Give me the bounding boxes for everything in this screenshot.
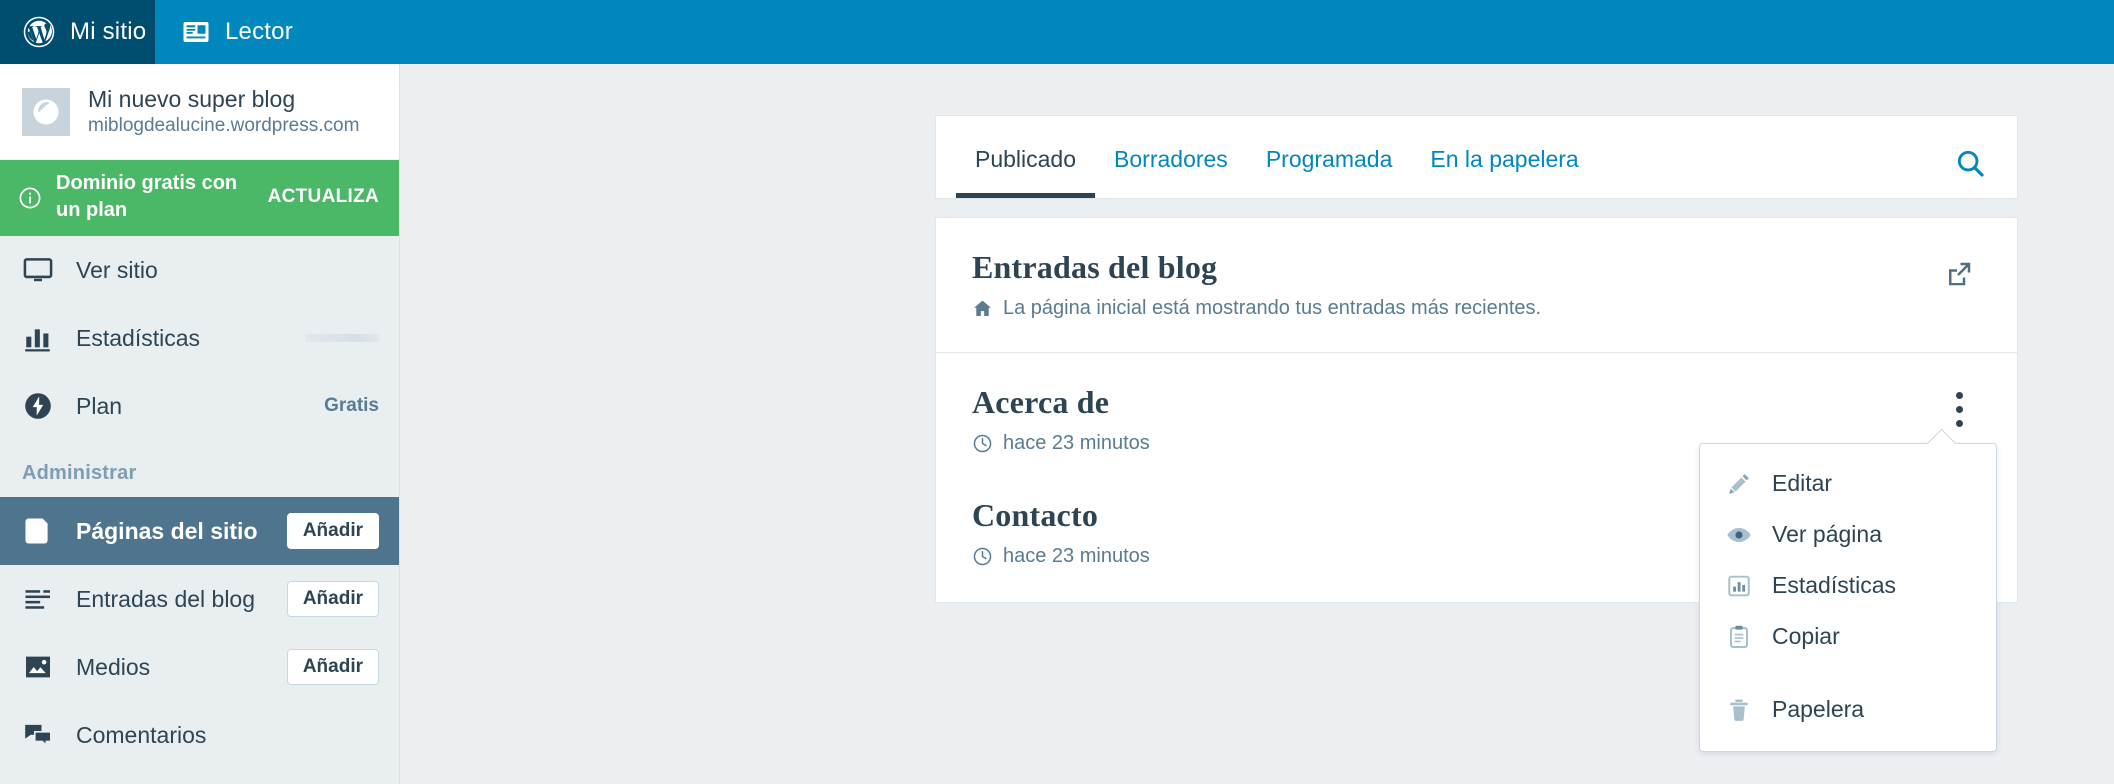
menu-item-label: Ver página bbox=[1772, 521, 1882, 547]
add-page-button[interactable]: Añadir bbox=[286, 513, 379, 549]
plan-badge: Gratis bbox=[324, 395, 379, 416]
sidebar-item-label: Páginas del sitio bbox=[76, 517, 258, 544]
plan-bolt-icon bbox=[25, 393, 51, 419]
sidebar-item-label: Estadísticas bbox=[76, 324, 200, 351]
page-row-entradas-del-blog[interactable]: Entradas del blog La página inicial está… bbox=[935, 217, 2018, 356]
page-title: Entradas del blog bbox=[972, 249, 1218, 285]
menu-item-copiar[interactable]: Copiar bbox=[1700, 611, 1996, 662]
search-button[interactable] bbox=[1954, 147, 2017, 198]
menu-item-ver-pagina[interactable]: Ver página bbox=[1700, 509, 1996, 560]
home-icon bbox=[974, 300, 991, 317]
page-meta: La página inicial está mostrando tus ent… bbox=[972, 297, 1937, 320]
clock-icon bbox=[973, 547, 992, 566]
eye-icon bbox=[1727, 527, 1751, 542]
monitor-icon bbox=[23, 258, 53, 282]
site-thumbnail bbox=[22, 87, 70, 136]
pencil-icon bbox=[1729, 473, 1749, 494]
bar-chart-icon bbox=[1728, 575, 1750, 596]
sidebar-item-entradas-del-blog[interactable]: Entradas del blog Añadir bbox=[0, 565, 399, 633]
menu-item-papelera[interactable]: Papelera bbox=[1700, 684, 1996, 735]
add-post-button[interactable]: Añadir bbox=[286, 581, 379, 617]
sidebar-item-label: Ver sitio bbox=[76, 256, 158, 283]
add-media-button[interactable]: Añadir bbox=[286, 649, 379, 685]
tab-programada[interactable]: Programada bbox=[1247, 148, 1412, 198]
posts-icon bbox=[25, 590, 50, 609]
bar-chart-icon bbox=[25, 329, 50, 352]
trash-icon bbox=[1730, 699, 1748, 721]
site-header[interactable]: Mi nuevo super blog miblogdealucine.word… bbox=[0, 64, 399, 160]
sidebar-nav-top: Ver sitio Estadísticas Plan Gratis bbox=[0, 236, 399, 440]
stats-sparkline bbox=[305, 334, 379, 342]
sidebar-nav-manage: Páginas del sitio Añadir Entradas del bl… bbox=[0, 497, 399, 769]
tab-publicado[interactable]: Publicado bbox=[956, 148, 1096, 198]
page-meta-text: La página inicial está mostrando tus ent… bbox=[1003, 297, 1542, 320]
comments-icon bbox=[25, 724, 52, 748]
menu-separator bbox=[1700, 662, 1996, 684]
sidebar-section-title: Administrar bbox=[22, 462, 137, 484]
sidebar-item-label: Comentarios bbox=[76, 721, 207, 748]
masterbar-item-mi-sitio[interactable]: Mi sitio bbox=[0, 0, 155, 64]
open-page-button[interactable] bbox=[1937, 252, 1981, 296]
tab-borradores[interactable]: Borradores bbox=[1095, 148, 1247, 198]
page-actions-menu: Editar Ver página Estadísticas Copiar Pa… bbox=[1699, 443, 1997, 752]
menu-item-label: Papelera bbox=[1772, 696, 1865, 722]
upgrade-cta-label[interactable]: ACTUALIZA bbox=[268, 186, 379, 208]
tab-en-la-papelera[interactable]: En la papelera bbox=[1411, 148, 1597, 198]
masterbar-item-label: Mi sitio bbox=[70, 18, 147, 45]
page-icon bbox=[25, 518, 48, 544]
menu-item-label: Editar bbox=[1772, 470, 1833, 496]
sidebar-item-label: Plan bbox=[76, 392, 123, 419]
sidebar-item-label: Entradas del blog bbox=[76, 585, 256, 612]
site-title: Mi nuevo super blog bbox=[88, 85, 296, 112]
menu-item-editar[interactable]: Editar bbox=[1700, 458, 1996, 509]
clock-icon bbox=[973, 434, 992, 453]
menu-item-label: Estadísticas bbox=[1772, 572, 1896, 598]
globe-icon bbox=[33, 99, 59, 124]
sidebar-item-plan[interactable]: Plan Gratis bbox=[0, 372, 399, 440]
masterbar-item-lector[interactable]: Lector bbox=[155, 0, 319, 64]
sidebar-item-comentarios[interactable]: Comentarios bbox=[0, 701, 399, 769]
sidebar-item-ver-sitio[interactable]: Ver sitio bbox=[0, 236, 399, 304]
external-link-icon bbox=[1949, 262, 1971, 286]
menu-item-estadisticas[interactable]: Estadísticas bbox=[1700, 560, 1996, 611]
clipboard-icon bbox=[1730, 625, 1748, 648]
media-image-icon bbox=[26, 656, 50, 678]
upgrade-banner-text: Dominio gratis con un plan bbox=[56, 172, 238, 221]
masterbar: Mi sitio Lector bbox=[0, 0, 2114, 64]
site-url: miblogdealucine.wordpress.com bbox=[88, 114, 360, 136]
wordpress-logo-icon bbox=[23, 16, 55, 48]
page-meta-text: hace 23 minutos bbox=[1003, 432, 1150, 455]
sidebar-item-label: Medios bbox=[76, 653, 151, 680]
page-title: Acerca de bbox=[972, 384, 1110, 420]
sidebar-item-estadisticas[interactable]: Estadísticas bbox=[0, 304, 399, 372]
masterbar-item-label: Lector bbox=[225, 18, 293, 45]
page-actions-button[interactable] bbox=[1937, 387, 1981, 431]
tab-bar: Publicado Borradores Programada En la pa… bbox=[936, 116, 1598, 198]
page-list-tabs: Publicado Borradores Programada En la pa… bbox=[935, 115, 2018, 199]
info-circle-icon bbox=[19, 187, 41, 209]
sidebar-item-paginas-del-sitio[interactable]: Páginas del sitio Añadir bbox=[0, 497, 399, 565]
sidebar: Mi nuevo super blog miblogdealucine.word… bbox=[0, 64, 400, 784]
upgrade-banner[interactable]: Dominio gratis con un plan ACTUALIZA bbox=[0, 160, 399, 236]
page-meta-text: hace 23 minutos bbox=[1003, 545, 1150, 568]
reader-icon bbox=[183, 22, 209, 42]
search-icon bbox=[1957, 150, 1984, 177]
ellipsis-vertical-icon bbox=[1955, 391, 1963, 427]
sidebar-item-medios[interactable]: Medios Añadir bbox=[0, 633, 399, 701]
menu-item-label: Copiar bbox=[1772, 623, 1840, 649]
